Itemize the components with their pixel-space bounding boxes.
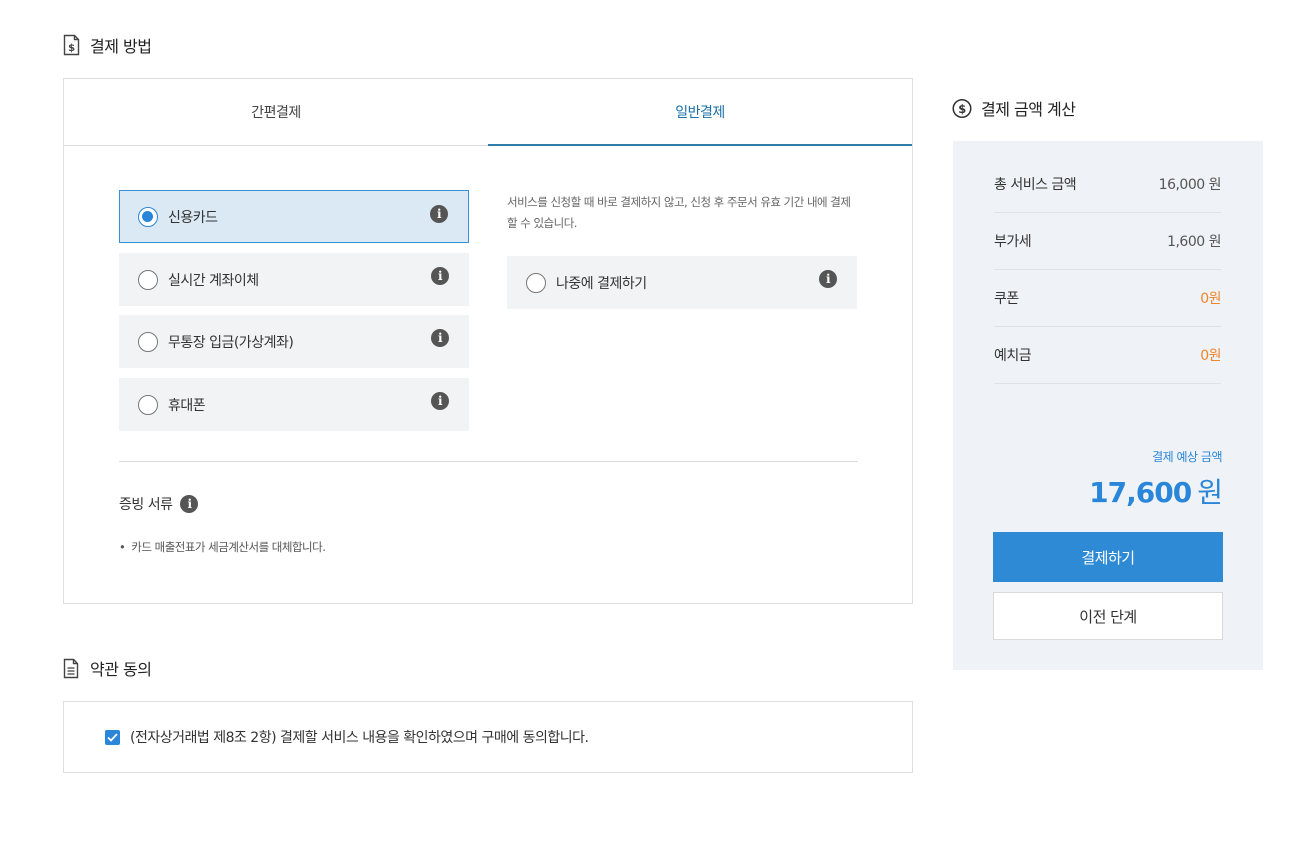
radio-icon[interactable] — [138, 394, 158, 415]
terms-agree-checkbox[interactable] — [105, 729, 120, 745]
summary-row-deposit: 예치금 0원 — [994, 327, 1221, 384]
svg-text:$: $ — [68, 43, 75, 54]
info-icon[interactable]: i — [431, 267, 449, 285]
receipt-note: • 카드 매출전표가 세금계산서를 대체합니다. — [119, 539, 326, 555]
summary-row-vat: 부가세 1,600 원 — [994, 213, 1221, 270]
info-icon[interactable]: i — [431, 392, 449, 410]
previous-step-button[interactable]: 이전 단계 — [993, 592, 1223, 640]
payment-method-heading-label: 결제 방법 — [90, 37, 152, 56]
divider — [119, 461, 858, 462]
summary-row-coupon: 쿠폰 0원 — [994, 270, 1221, 327]
summary-row-value: 1,600 원 — [1167, 234, 1221, 250]
option-bank-transfer[interactable]: 실시간 계좌이체 i — [119, 253, 469, 306]
summary-row-label: 쿠폰 — [994, 291, 1019, 307]
document-icon — [61, 657, 81, 679]
pay-later-description: 서비스를 신청할 때 바로 결제하지 않고, 신청 후 주문서 유효 기간 내에… — [507, 195, 851, 230]
checkmark-icon — [107, 732, 118, 742]
option-virtual-account-label: 무통장 입금(가상계좌) — [168, 334, 294, 351]
summary-heading: $ 결제 금액 계산 — [952, 96, 1076, 120]
summary-panel: 총 서비스 금액 16,000 원 부가세 1,600 원 쿠폰 0원 예치금 … — [953, 141, 1263, 670]
option-pay-later[interactable]: 나중에 결제하기 i — [507, 256, 857, 309]
info-icon[interactable]: i — [430, 205, 448, 223]
option-mobile-phone[interactable]: 휴대폰 i — [119, 378, 469, 431]
radio-icon[interactable] — [138, 269, 158, 290]
dollar-circle-icon: $ — [952, 97, 972, 119]
summary-row-total-service: 총 서비스 금액 16,000 원 — [994, 156, 1222, 213]
tab-easy-payment[interactable]: 간편결제 — [64, 79, 488, 145]
summary-row-label: 부가세 — [994, 234, 1032, 250]
receipt-documents-label: 증빙 서류 — [119, 497, 173, 513]
summary-row-label: 예치금 — [994, 348, 1032, 364]
radio-selected-icon[interactable] — [138, 206, 158, 227]
receipt-dollar-icon: $ — [61, 34, 81, 56]
payment-method-panel: 간편결제 일반결제 신용카드 i 실시간 계좌이체 i 무통장 입금(가상계좌)… — [63, 78, 913, 604]
summary-heading-label: 결제 금액 계산 — [981, 100, 1076, 119]
option-pay-later-label: 나중에 결제하기 — [556, 275, 647, 292]
summary-row-value: 0원 — [1200, 291, 1221, 307]
summary-row-label: 총 서비스 금액 — [994, 177, 1077, 193]
tab-general-payment[interactable]: 일반결제 — [488, 79, 912, 146]
option-credit-card-label: 신용카드 — [168, 209, 218, 226]
info-icon[interactable]: i — [431, 329, 449, 347]
receipt-documents-title: 증빙 서류 i — [119, 494, 199, 514]
receipt-note-text: 카드 매출전표가 세금계산서를 대체합니다. — [131, 540, 326, 554]
option-bank-transfer-label: 실시간 계좌이체 — [168, 272, 259, 289]
expected-amount: 17,600 원 — [1089, 471, 1223, 511]
summary-row-value: 0원 — [1200, 348, 1221, 364]
expected-amount-unit: 원 — [1197, 476, 1223, 509]
pay-button[interactable]: 결제하기 — [993, 532, 1223, 582]
info-icon[interactable]: i — [819, 270, 837, 288]
radio-icon[interactable] — [138, 331, 158, 352]
expected-amount-label: 결제 예상 금액 — [1152, 450, 1222, 464]
option-virtual-account[interactable]: 무통장 입금(가상계좌) i — [119, 315, 469, 368]
bullet: • — [119, 540, 126, 554]
info-icon[interactable]: i — [180, 495, 199, 513]
terms-heading-label: 약관 동의 — [90, 660, 152, 679]
option-mobile-phone-label: 휴대폰 — [168, 397, 206, 414]
payment-method-heading: $ 결제 방법 — [61, 33, 152, 57]
payment-tabs: 간편결제 일반결제 — [64, 79, 912, 146]
expected-amount-value: 17,600 — [1089, 476, 1192, 509]
terms-agree-text[interactable]: (전자상거래법 제8조 2항) 결제할 서비스 내용을 확인하였으며 구매에 동… — [130, 727, 589, 747]
radio-icon[interactable] — [526, 272, 546, 293]
summary-row-value: 16,000 원 — [1158, 177, 1222, 193]
terms-panel: (전자상거래법 제8조 2항) 결제할 서비스 내용을 확인하였으며 구매에 동… — [63, 701, 913, 773]
svg-text:$: $ — [958, 101, 966, 115]
option-credit-card[interactable]: 신용카드 i — [119, 190, 469, 243]
terms-heading: 약관 동의 — [61, 656, 152, 680]
